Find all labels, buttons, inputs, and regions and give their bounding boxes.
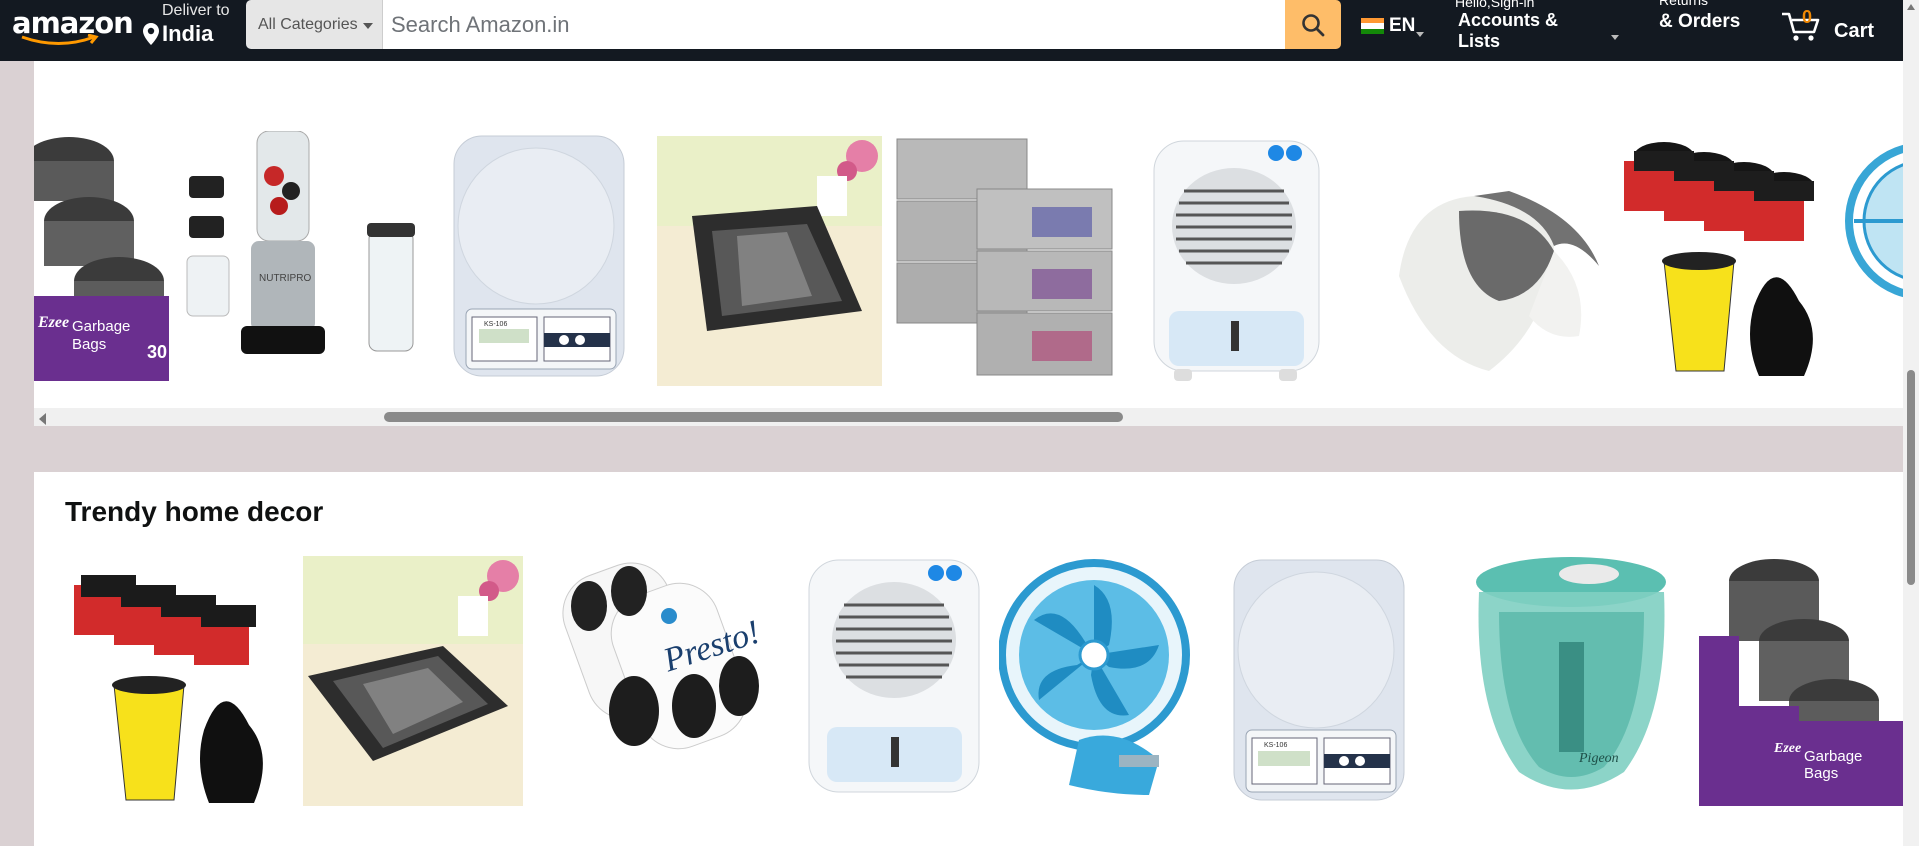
- svg-text:NUTRIPRO: NUTRIPRO: [259, 273, 311, 284]
- account-greeting: Hello,Sign-in: [1455, 0, 1535, 10]
- svg-text:Ezee: Ezee: [1773, 741, 1801, 756]
- product-thumb-garbage-bags-shalimar[interactable]: [1624, 131, 1864, 386]
- svg-text:KS-106: KS-106: [484, 321, 507, 328]
- deliver-to[interactable]: Deliver to India: [142, 2, 242, 48]
- product-thumb-air-cooler[interactable]: [1134, 131, 1334, 386]
- svg-text:KS-106: KS-106: [1264, 742, 1287, 749]
- svg-text:Garbage: Garbage: [1804, 748, 1862, 765]
- product-thumb-door-mat[interactable]: [657, 136, 882, 386]
- svg-text:Bags: Bags: [72, 336, 106, 353]
- product-thumb-garbage-bags-shalimar[interactable]: [69, 555, 284, 810]
- carousel-scrollbar[interactable]: [34, 408, 1903, 426]
- product-thumb-kitchen-scale[interactable]: KS-106: [424, 131, 634, 381]
- scroll-left-arrow-icon[interactable]: [39, 413, 46, 425]
- orders-label: & Orders: [1659, 11, 1741, 32]
- language-selector[interactable]: EN: [1361, 14, 1424, 38]
- product-thumb-kitchen-scale[interactable]: KS-106: [1224, 555, 1414, 805]
- product-thumb-air-cooler[interactable]: [799, 555, 999, 805]
- trendy-home-decor-card: Trendy home decor Presto! KS-106 Pigeon …: [34, 472, 1903, 846]
- product-thumb-pillow[interactable]: [1379, 126, 1619, 386]
- search-icon: [1302, 13, 1325, 36]
- product-thumb-vegetable-chopper[interactable]: Pigeon: [1459, 552, 1684, 807]
- search-button[interactable]: [1285, 0, 1341, 49]
- page-scrollbar[interactable]: [1903, 0, 1919, 846]
- product-thumb-garbage-bags-ezee[interactable]: Garbage Bags Ezee: [1699, 556, 1903, 806]
- search-category-select[interactable]: All Categories: [246, 0, 383, 49]
- account-menu[interactable]: Hello,Sign-in Accounts & Lists: [1455, 0, 1625, 54]
- svg-text:Pigeon: Pigeon: [1578, 751, 1619, 766]
- product-thumb-clip-fan[interactable]: [1844, 131, 1903, 331]
- cart-button[interactable]: 0 Cart: [1780, 4, 1880, 50]
- location-pin-icon: [143, 23, 159, 45]
- search-input[interactable]: [383, 0, 1285, 49]
- amazon-logo[interactable]: amazon: [12, 6, 134, 46]
- smile-arrow-icon: [21, 34, 99, 45]
- india-flag-icon: [1361, 18, 1384, 34]
- section-title: Trendy home decor: [65, 496, 324, 527]
- svg-text:Bags: Bags: [1804, 765, 1838, 782]
- product-thumb-clip-fan[interactable]: [999, 555, 1209, 810]
- product-thumb-storage-organizer[interactable]: [892, 129, 1117, 384]
- product-thumb-nutripro-blender[interactable]: NUTRIPRO: [179, 131, 439, 381]
- svg-text:Garbage: Garbage: [72, 318, 130, 335]
- product-carousel-card: Garbage Bags 30 Ezee NUTRIPRO KS-106: [34, 61, 1903, 426]
- caret-down-icon: [1416, 32, 1424, 37]
- product-thumb-door-mat[interactable]: [303, 556, 523, 806]
- product-thumb-presto-garbage-bags[interactable]: Presto!: [544, 556, 759, 806]
- scroll-up-arrow-icon[interactable]: [1907, 4, 1915, 10]
- language-code: EN: [1389, 15, 1416, 36]
- cart-count: 0: [1802, 7, 1813, 27]
- deliver-location: India: [162, 21, 214, 46]
- cart-label: Cart: [1834, 20, 1875, 42]
- svg-text:30: 30: [147, 342, 167, 362]
- caret-down-icon: [362, 23, 373, 29]
- returns-label: Returns: [1659, 0, 1709, 8]
- account-lists-label: Accounts & Lists: [1458, 10, 1559, 51]
- returns-orders[interactable]: Returns & Orders: [1659, 0, 1749, 58]
- page-scrollbar-thumb[interactable]: [1907, 370, 1915, 585]
- product-thumb-garbage-bags-ezee[interactable]: Garbage Bags 30 Ezee: [34, 131, 169, 381]
- caret-down-icon: [1611, 35, 1619, 40]
- search-bar: All Categories: [246, 0, 1341, 49]
- svg-text:Ezee: Ezee: [37, 314, 69, 331]
- navbar: amazon Deliver to India All Categories S…: [0, 0, 1903, 61]
- search-category-label: All Categories: [258, 15, 358, 33]
- deliver-label: Deliver to: [162, 2, 230, 19]
- carousel-scrollbar-thumb[interactable]: [384, 412, 1123, 422]
